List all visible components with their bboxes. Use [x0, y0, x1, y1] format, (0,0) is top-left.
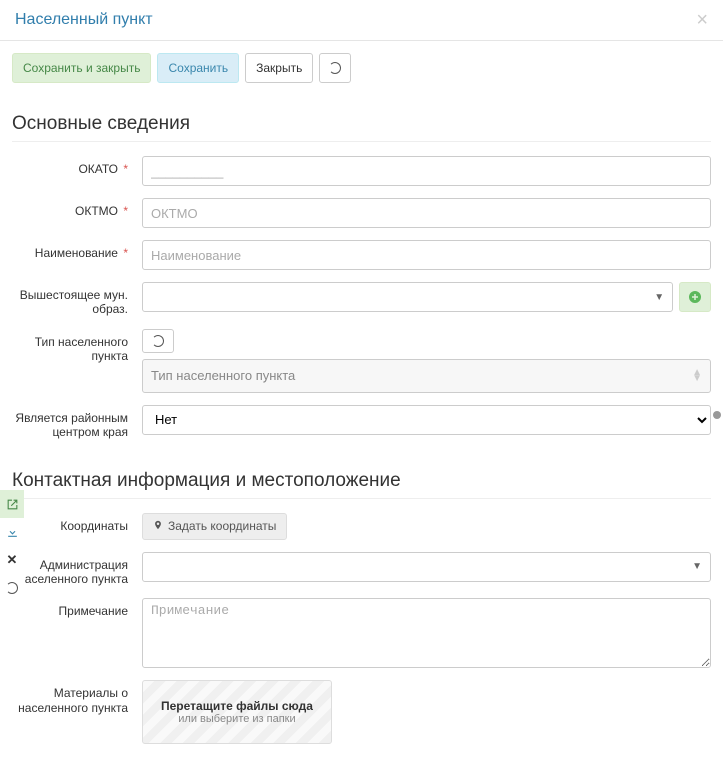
refresh-icon — [152, 335, 164, 347]
note-textarea[interactable] — [142, 598, 711, 668]
dropzone-title: Перетащите файлы сюда — [161, 699, 313, 713]
oktmo-input[interactable] — [142, 198, 711, 228]
label-oktmo: ОКТМО * — [12, 198, 142, 218]
plus-circle-icon — [689, 291, 701, 303]
label-parent-mo: Вышестоящее мун. образ. — [12, 282, 142, 317]
gutter-export-button[interactable] — [0, 490, 24, 518]
gutter-close-button[interactable]: ✕ — [0, 546, 24, 574]
refresh-icon — [329, 62, 341, 74]
set-coords-button[interactable]: Задать координаты — [142, 513, 287, 540]
parent-mo-select[interactable]: ▼ — [142, 282, 673, 312]
dropzone-subtitle: или выберите из папки — [161, 713, 313, 725]
gutter-download-button[interactable] — [0, 518, 24, 546]
close-icon[interactable]: × — [696, 10, 708, 30]
scrollbar-thumb[interactable] — [713, 411, 721, 419]
map-pin-icon — [153, 519, 163, 534]
label-materials: Материалы о населенного пункта — [12, 680, 142, 715]
name-input[interactable] — [142, 240, 711, 270]
gutter-refresh-button[interactable] — [0, 574, 24, 602]
file-dropzone[interactable]: Перетащите файлы сюда или выберите из па… — [142, 680, 332, 744]
administration-select[interactable]: ▼ — [142, 552, 711, 582]
label-administration: Администрация населенного пункта — [12, 552, 142, 587]
x-icon: ✕ — [7, 552, 18, 568]
label-coords: Координаты — [12, 513, 142, 533]
label-district-center: Является районным центром края — [12, 405, 142, 440]
chevron-down-icon: ▼ — [654, 292, 664, 303]
save-button[interactable]: Сохранить — [157, 53, 239, 83]
okato-input[interactable] — [142, 156, 711, 186]
refresh-button[interactable] — [319, 53, 351, 83]
section-contact-legend: Контактная информация и местоположение — [12, 470, 711, 499]
np-type-placeholder[interactable]: Тип населенного пункта ▲▼ — [142, 359, 711, 393]
sort-arrows-icon: ▲▼ — [692, 370, 702, 382]
district-center-select[interactable]: Нет — [142, 405, 711, 435]
modal-title: Населенный пункт — [15, 11, 153, 29]
label-okato: ОКАТО * — [12, 156, 142, 176]
save-close-button[interactable]: Сохранить и закрыть — [12, 53, 151, 83]
close-button[interactable]: Закрыть — [245, 53, 313, 83]
label-note: Примечание — [12, 598, 142, 618]
refresh-icon — [6, 582, 18, 594]
external-link-icon — [6, 498, 19, 511]
download-icon — [6, 526, 19, 539]
refresh-type-button[interactable] — [142, 329, 174, 353]
chevron-down-icon: ▼ — [692, 561, 702, 572]
label-name: Наименование * — [12, 240, 142, 260]
label-np-type: Тип населенного пункта — [12, 329, 142, 364]
section-basic-legend: Основные сведения — [12, 113, 711, 142]
add-parent-button[interactable] — [679, 282, 711, 312]
